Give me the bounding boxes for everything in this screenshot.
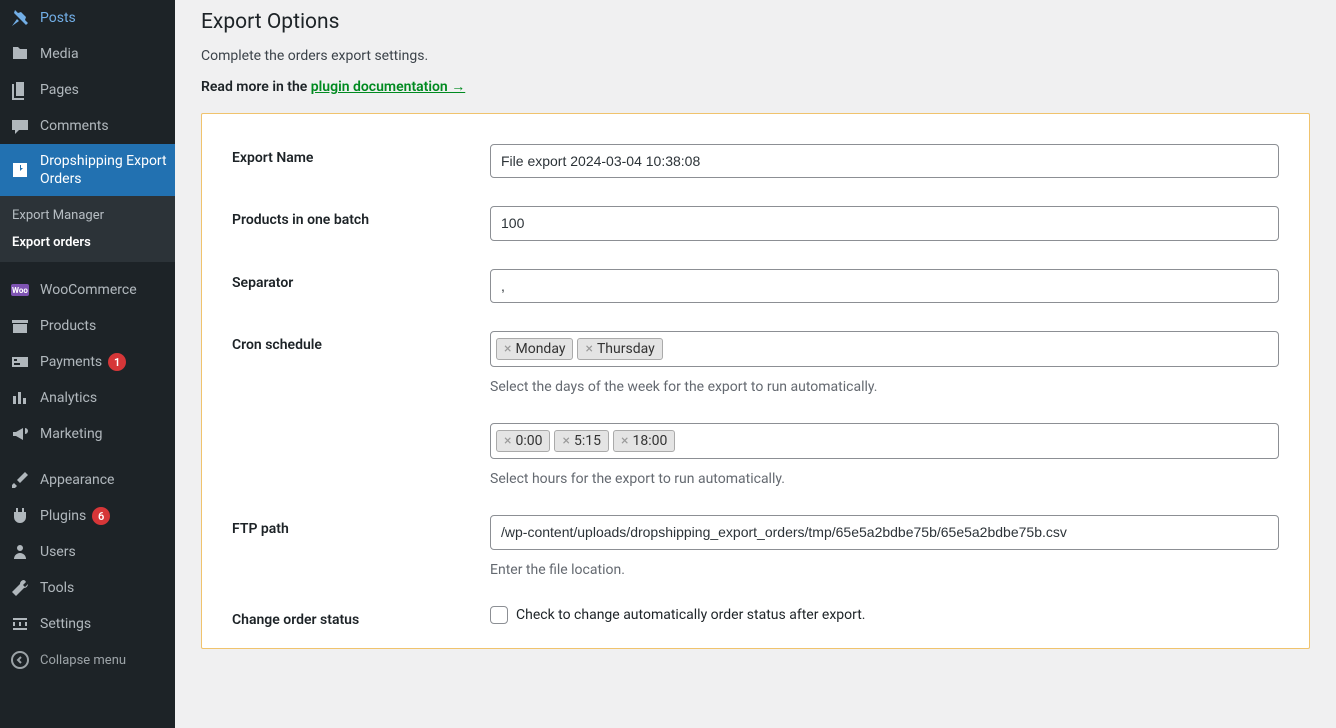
cron-hour-tag: ×18:00 [613, 430, 675, 452]
menu-label: Posts [40, 9, 76, 27]
menu-label: Users [40, 543, 76, 561]
menu-label: Analytics [40, 389, 97, 407]
cron-hour-tag: ×0:00 [496, 430, 550, 452]
megaphone-icon [10, 424, 30, 444]
analytics-icon [10, 388, 30, 408]
menu-label: Comments [40, 117, 109, 135]
close-icon[interactable]: × [621, 433, 628, 449]
pages-icon [10, 80, 30, 100]
menu-label: Dropshipping Export Orders [40, 152, 167, 188]
menu-label: Appearance [40, 471, 114, 489]
separator-input[interactable] [490, 269, 1279, 303]
menu-label: Settings [40, 615, 91, 633]
sidebar-item-plugins[interactable]: Plugins 6 [0, 498, 175, 534]
cron-hours-label [232, 423, 490, 429]
cron-days-help: Select the days of the week for the expo… [490, 379, 1279, 395]
sidebar-item-posts[interactable]: Posts [0, 0, 175, 36]
cron-hours-input[interactable]: ×0:00 ×5:15 ×18:00 [490, 423, 1279, 459]
page-subtitle: Complete the orders export settings. [201, 48, 1310, 64]
cron-hour-tag: ×5:15 [554, 430, 608, 452]
menu-label: WooCommerce [40, 281, 137, 299]
plugin-documentation-link[interactable]: plugin documentation → [311, 79, 465, 95]
archive-icon [10, 316, 30, 336]
export-name-input[interactable] [490, 144, 1279, 178]
sidebar-item-woocommerce[interactable]: Woo WooCommerce [0, 272, 175, 308]
batch-label: Products in one batch [232, 206, 490, 228]
readmore-prefix: Read more in the [201, 79, 311, 95]
menu-label: Pages [40, 81, 79, 99]
close-icon[interactable]: × [504, 341, 511, 357]
batch-input[interactable] [490, 206, 1279, 240]
menu-label: Tools [40, 579, 74, 597]
sidebar-item-dropshipping-export[interactable]: Dropshipping Export Orders [0, 144, 175, 196]
plugin-icon [10, 506, 30, 526]
menu-label: Payments [40, 353, 102, 371]
menu-label: Marketing [40, 425, 103, 443]
sidebar-item-pages[interactable]: Pages [0, 72, 175, 108]
cron-hours-help: Select hours for the export to run autom… [490, 471, 1279, 487]
woo-icon: Woo [10, 280, 30, 300]
sidebar-item-appearance[interactable]: Appearance [0, 462, 175, 498]
export-icon [10, 160, 30, 180]
pin-icon [10, 8, 30, 28]
tools-icon [10, 578, 30, 598]
close-icon[interactable]: × [562, 433, 569, 449]
collapse-icon [10, 650, 30, 670]
sidebar-item-settings[interactable]: Settings [0, 606, 175, 642]
menu-label: Plugins [40, 507, 86, 525]
change-status-checkbox[interactable] [490, 606, 508, 624]
brush-icon [10, 470, 30, 490]
settings-panel: Export Name Products in one batch Separa… [201, 113, 1310, 649]
separator-label: Separator [232, 269, 490, 291]
sidebar-item-payments[interactable]: Payments 1 [0, 344, 175, 380]
change-status-checkbox-label: Check to change automatically order stat… [516, 607, 866, 623]
menu-label: Media [40, 45, 79, 63]
collapse-menu[interactable]: Collapse menu [0, 642, 175, 678]
cron-day-tag: ×Thursday [577, 338, 662, 360]
submenu-export-manager[interactable]: Export Manager [0, 202, 175, 229]
badge: 6 [92, 507, 110, 525]
sidebar-item-tools[interactable]: Tools [0, 570, 175, 606]
sidebar-item-users[interactable]: Users [0, 534, 175, 570]
main-content: Export Options Complete the orders expor… [175, 0, 1336, 728]
ftp-help: Enter the file location. [490, 562, 1279, 578]
export-name-label: Export Name [232, 144, 490, 166]
cron-days-input[interactable]: ×Monday ×Thursday [490, 331, 1279, 367]
readmore-line: Read more in the plugin documentation → [201, 78, 1310, 95]
sidebar-item-media[interactable]: Media [0, 36, 175, 72]
badge: 1 [108, 353, 126, 371]
sidebar-item-analytics[interactable]: Analytics [0, 380, 175, 416]
close-icon[interactable]: × [585, 341, 592, 357]
settings-icon [10, 614, 30, 634]
media-icon [10, 44, 30, 64]
sidebar-item-comments[interactable]: Comments [0, 108, 175, 144]
admin-sidebar: Posts Media Pages Comments Dropshipping … [0, 0, 175, 728]
sidebar-submenu: Export Manager Export orders [0, 196, 175, 262]
close-icon[interactable]: × [504, 433, 511, 449]
cron-day-tag: ×Monday [496, 338, 573, 360]
users-icon [10, 542, 30, 562]
sidebar-item-marketing[interactable]: Marketing [0, 416, 175, 452]
collapse-label: Collapse menu [40, 653, 126, 668]
ftp-path-input[interactable] [490, 515, 1279, 549]
change-status-label: Change order status [232, 606, 490, 628]
submenu-export-orders[interactable]: Export orders [0, 229, 175, 256]
ftp-label: FTP path [232, 515, 490, 537]
page-title: Export Options [201, 10, 1310, 34]
comment-icon [10, 116, 30, 136]
cron-label: Cron schedule [232, 331, 490, 353]
menu-label: Products [40, 317, 96, 335]
payments-icon [10, 352, 30, 372]
sidebar-item-products[interactable]: Products [0, 308, 175, 344]
